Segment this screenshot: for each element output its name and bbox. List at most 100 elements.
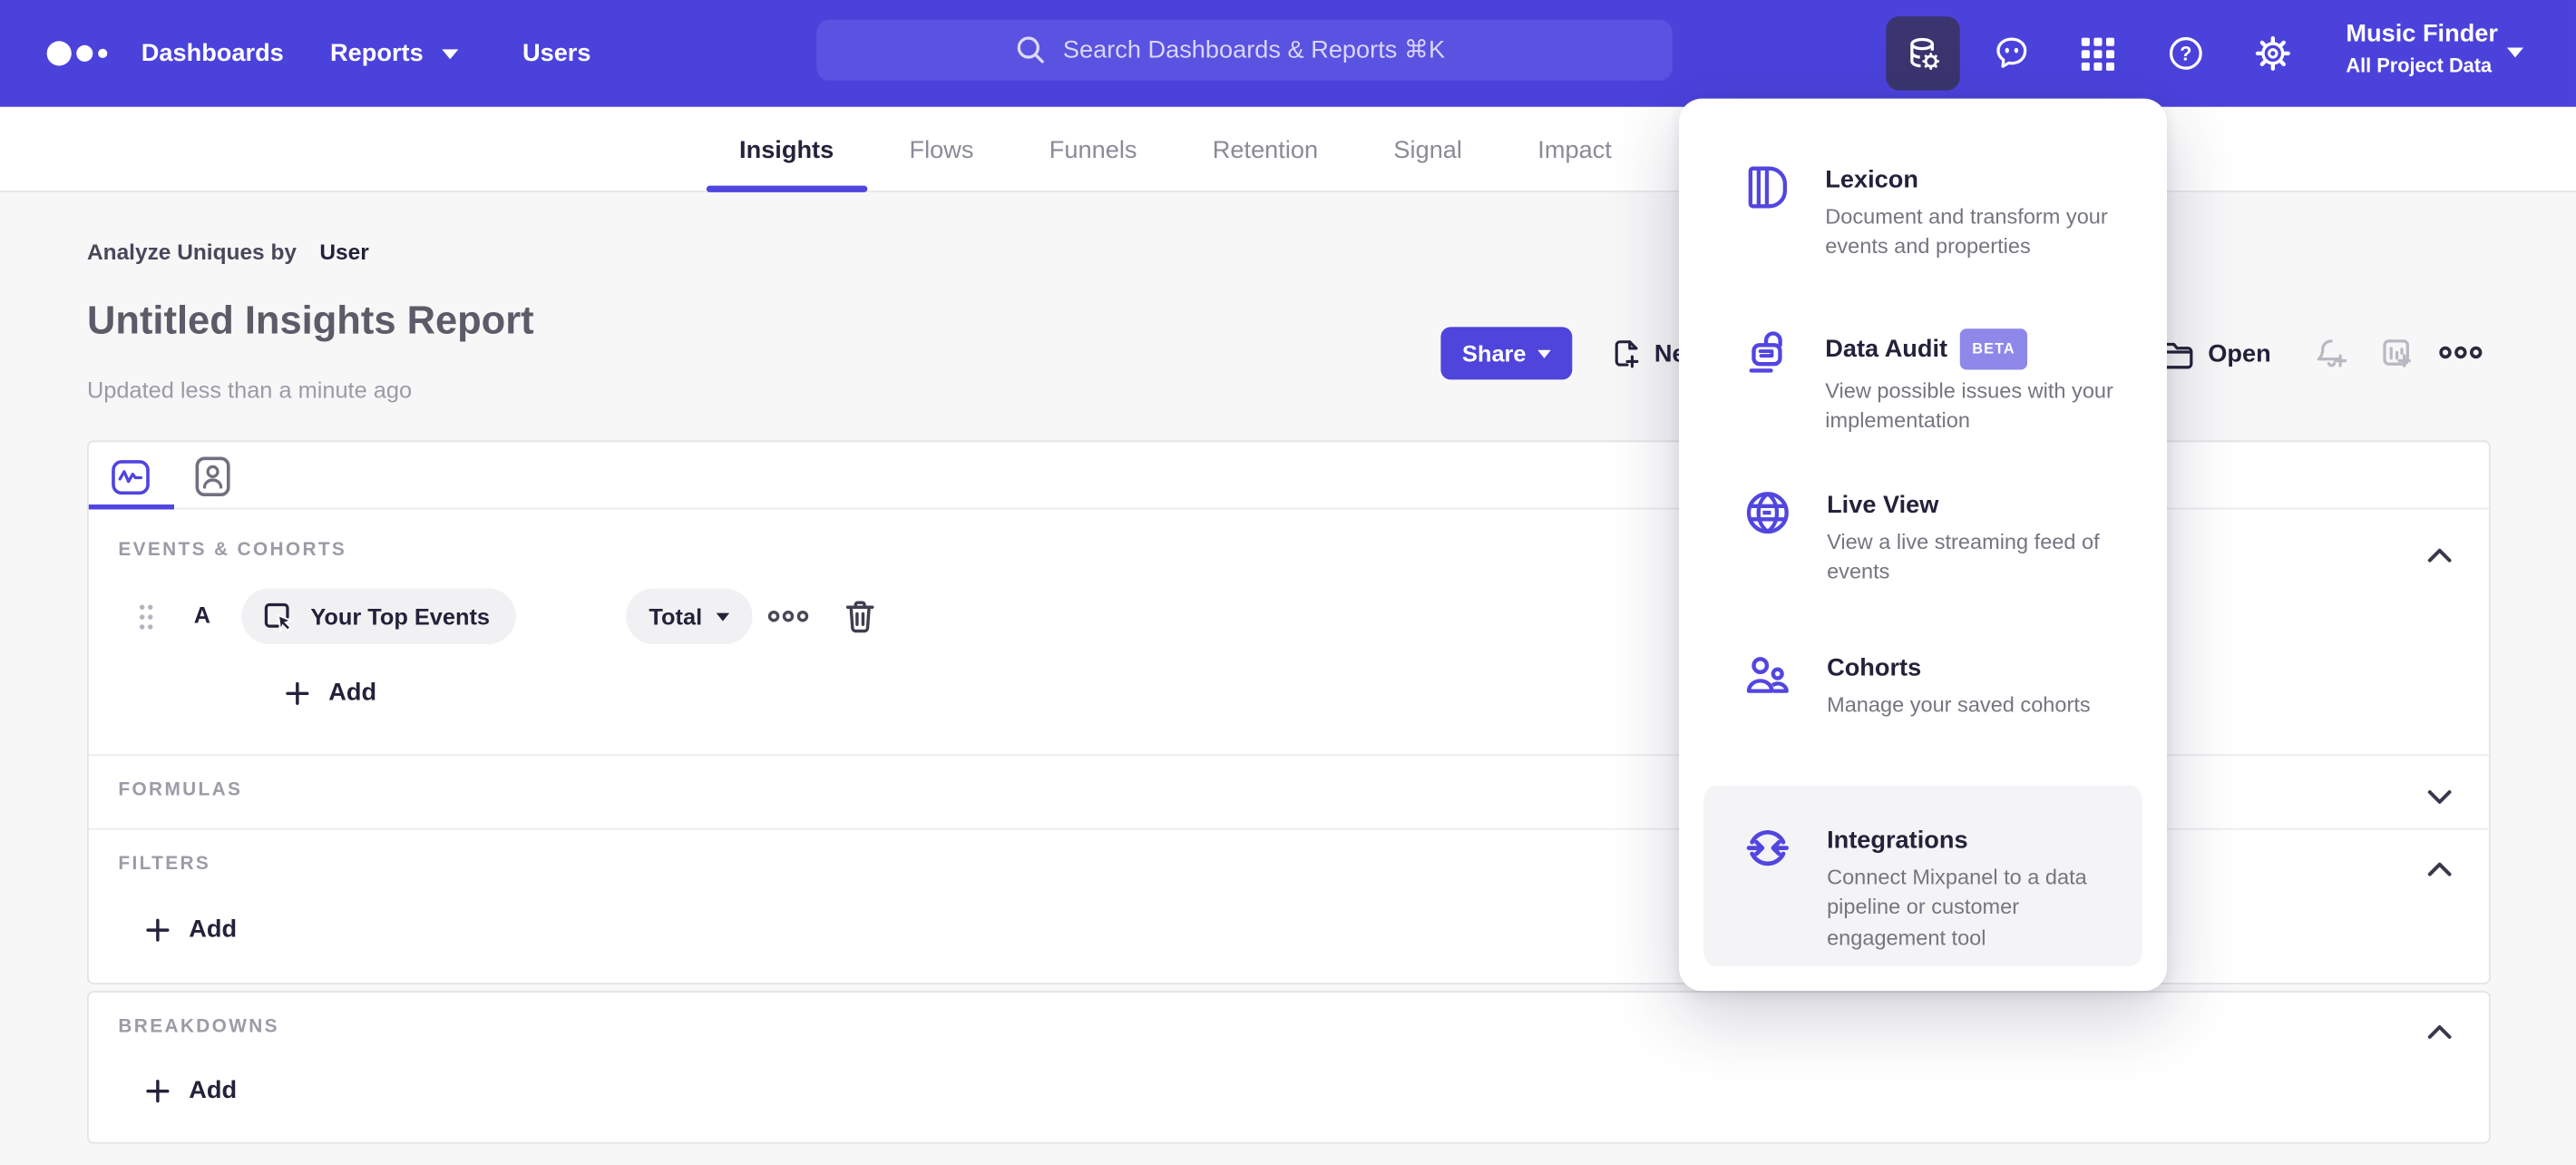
add-event-label: Add (328, 679, 377, 707)
chevron-down-icon (2506, 47, 2524, 58)
menu-item-cohorts[interactable]: Cohorts Manage your saved cohorts (1745, 652, 2156, 720)
collapse-breakdowns-button[interactable] (2426, 1019, 2453, 1049)
menu-item-lexicon[interactable]: Lexicon Document and transform your even… (1745, 164, 2156, 263)
apps-button[interactable] (2064, 16, 2132, 91)
updated-timestamp: Updated less than a minute ago (86, 376, 413, 403)
add-filter-button[interactable]: Add (146, 915, 237, 944)
add-to-dashboard-button[interactable] (2379, 335, 2417, 373)
user-card-icon (195, 456, 230, 496)
trash-icon (845, 601, 874, 633)
cohorts-people-icon (1746, 657, 1789, 693)
event-name: Your Top Events (310, 602, 491, 630)
project-scope: All Project Data (2346, 54, 2493, 78)
mixpanel-logo[interactable] (46, 36, 112, 71)
drag-handle-icon[interactable] (138, 603, 154, 640)
menu-item-description: View possible issues with your implement… (1825, 377, 2113, 434)
filters-header: FILTERS (118, 854, 211, 875)
data-management-icon (1909, 36, 1939, 70)
new-document-icon (1615, 340, 1639, 368)
aggregation-selector-button[interactable]: Total (626, 588, 754, 644)
search-icon (1017, 36, 1044, 64)
chart-add-icon (2383, 339, 2411, 367)
tab-user-profiles[interactable] (194, 455, 232, 506)
settings-gear-icon (2254, 35, 2289, 71)
feedback-icon (1995, 37, 2026, 68)
event-click-icon (264, 602, 294, 633)
create-alert-button[interactable] (2313, 335, 2351, 373)
collapse-events-button[interactable] (2426, 543, 2453, 573)
tab-retention[interactable]: Retention (1196, 107, 1335, 192)
plus-icon (286, 680, 309, 705)
data-audit-lock-icon (1749, 331, 1782, 373)
delete-event-row-button[interactable] (843, 598, 877, 636)
chevron-up-icon (2427, 1025, 2452, 1039)
active-tab-underline (88, 504, 174, 510)
menu-item-title: Data Audit (1825, 335, 1948, 364)
event-selector-button[interactable]: Your Top Events (241, 588, 517, 644)
menu-item-description: View a live streaming feed of events (1827, 529, 2100, 584)
integrations-sync-icon (1746, 829, 1790, 866)
add-filter-label: Add (189, 915, 238, 944)
events-cohorts-header: EVENTS & COHORTS (118, 540, 347, 561)
menu-item-title: Integrations (1827, 827, 1968, 855)
breakdowns-header: BREAKDOWNS (118, 1017, 279, 1037)
breakdowns-panel: BREAKDOWNS Add (86, 991, 2491, 1144)
lexicon-book-icon (1748, 166, 1788, 209)
pulse-chart-icon (112, 460, 150, 495)
tab-funnels[interactable]: Funnels (1033, 107, 1154, 192)
help-button[interactable]: ? (2151, 16, 2220, 91)
live-view-globe-icon (1746, 492, 1789, 534)
settings-button[interactable] (2238, 16, 2307, 91)
data-management-menu: Lexicon Document and transform your even… (1679, 98, 2167, 992)
menu-item-data-audit[interactable]: Data Audit BETA View possible issues wit… (1745, 328, 2156, 436)
chevron-down-icon (717, 612, 730, 621)
add-breakdown-label: Add (189, 1076, 238, 1105)
nav-dashboards[interactable]: Dashboards (141, 0, 284, 107)
collapse-filters-button[interactable] (2426, 857, 2453, 886)
expand-formulas-button[interactable] (2426, 784, 2453, 814)
add-event-button[interactable]: Add (286, 679, 376, 707)
menu-item-description: Connect Mixpanel to a data pipeline or c… (1827, 864, 2087, 950)
menu-item-live-view[interactable]: Live View View a live streaming feed of … (1745, 490, 2156, 589)
aggregation-value: Total (649, 602, 703, 630)
chevron-down-icon (1537, 348, 1551, 357)
page-title: Untitled Insights Report (86, 299, 534, 344)
more-actions-button[interactable] (2438, 342, 2484, 364)
ellipsis-icon (2439, 346, 2483, 359)
global-search[interactable] (816, 19, 1673, 81)
analyze-uniques-by-selector[interactable]: User (319, 240, 368, 264)
tab-signal[interactable]: Signal (1377, 107, 1478, 192)
project-name: Music Finder (2346, 19, 2498, 48)
add-breakdown-button[interactable]: Add (146, 1076, 237, 1104)
chevron-up-icon (2427, 862, 2452, 876)
event-row-more-button[interactable] (767, 606, 810, 626)
search-input[interactable] (1062, 35, 1474, 64)
nav-reports[interactable]: Reports (330, 0, 458, 107)
apps-grid-icon (2081, 36, 2115, 70)
report-tab-bar: Insights Flows Funnels Retention Signal … (0, 106, 2576, 192)
project-selector[interactable]: Music Finder All Project Data (2346, 18, 2498, 79)
analyze-line: Analyze Uniques by User (87, 240, 369, 264)
tab-impact[interactable]: Impact (1521, 107, 1628, 192)
share-button[interactable]: Share (1440, 327, 1573, 380)
top-navigation-bar: Dashboards Reports Users Search Dashboar… (0, 0, 2576, 107)
plus-icon (146, 1079, 170, 1102)
help-icon: ? (2168, 36, 2201, 70)
plus-icon (146, 917, 170, 941)
data-management-button[interactable] (1886, 16, 1960, 91)
chevron-up-icon (2427, 548, 2452, 563)
chevron-down-icon (441, 48, 458, 59)
formulas-header: FORMULAS (118, 780, 243, 801)
event-series-label: A (193, 601, 211, 628)
nav-users[interactable]: Users (522, 0, 591, 107)
open-report-button[interactable]: Open (2161, 327, 2271, 379)
chevron-down-icon (2427, 790, 2452, 804)
tab-metrics[interactable] (110, 457, 151, 506)
beta-badge: BETA (1960, 328, 2027, 370)
feedback-button[interactable] (1976, 16, 2045, 91)
tab-flows[interactable]: Flows (893, 107, 990, 192)
menu-item-title: Live View (1827, 491, 1939, 520)
analyze-prefix: Analyze Uniques by (86, 240, 298, 265)
tab-insights[interactable]: Insights (706, 107, 866, 192)
menu-item-integrations[interactable]: Integrations Connect Mixpanel to a data … (1745, 825, 2156, 954)
